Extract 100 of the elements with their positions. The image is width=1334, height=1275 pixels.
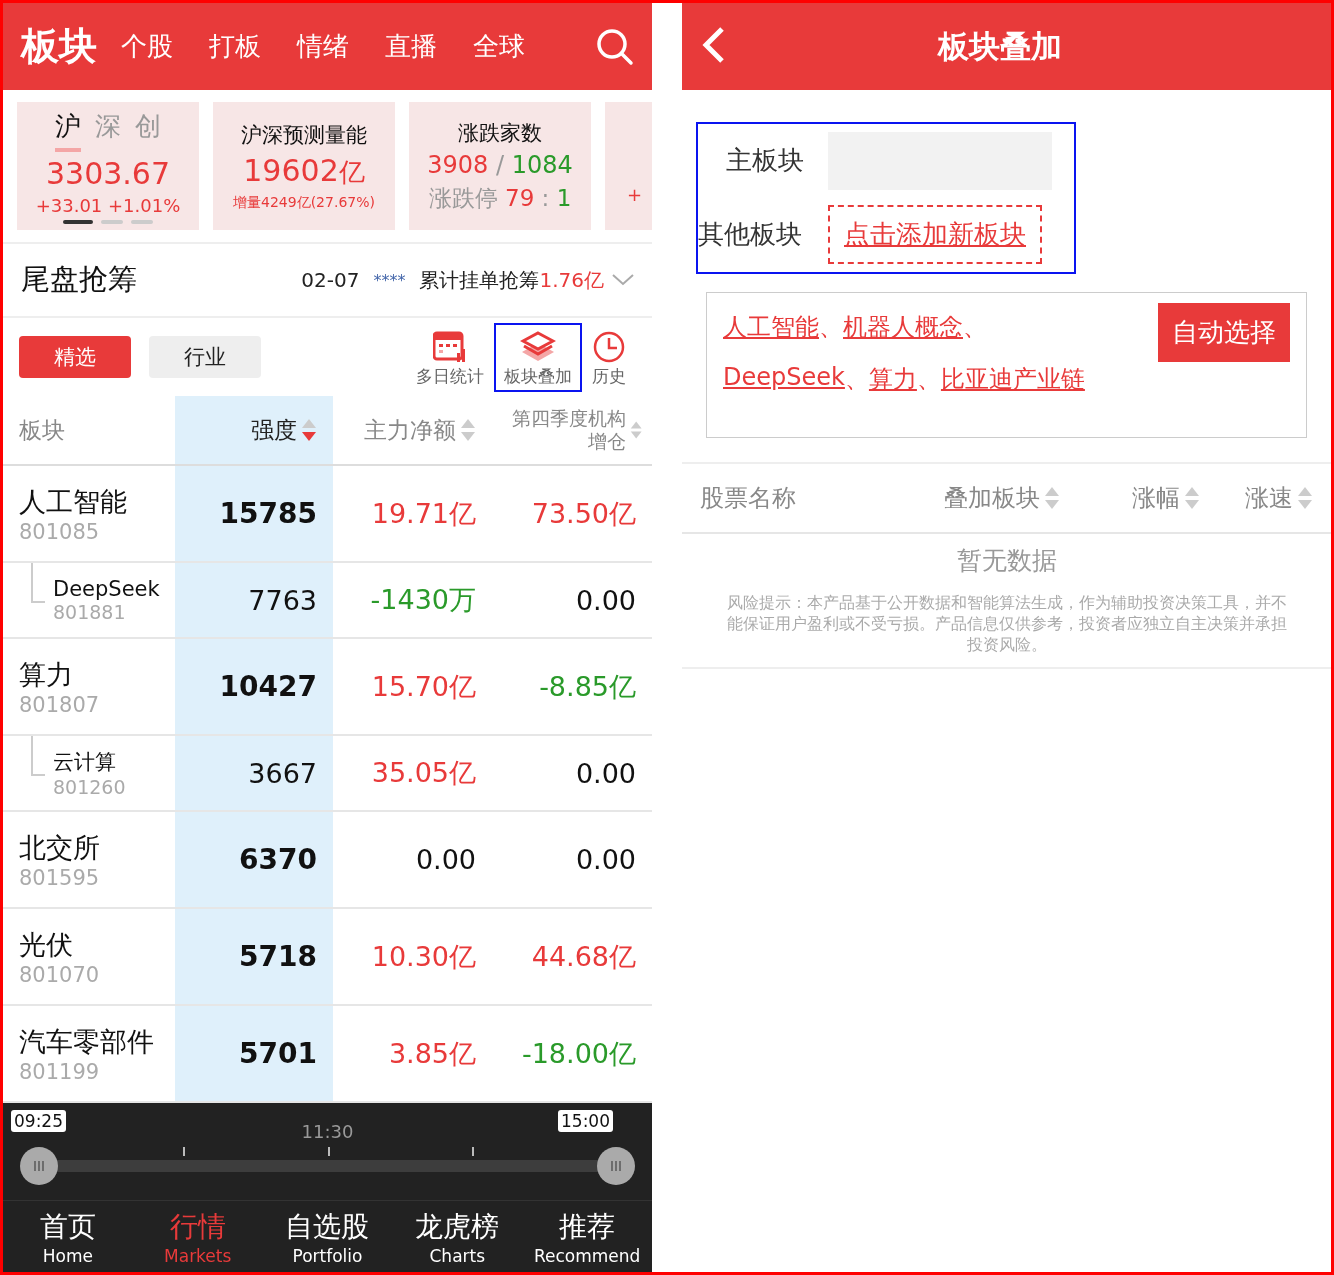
clock-icon (593, 330, 625, 363)
sector-name: 光伏 (19, 927, 73, 962)
net-flow-cell: 10.30亿 (333, 908, 492, 1005)
slider-handle[interactable] (20, 1147, 58, 1185)
nav-item[interactable]: 龙虎榜 Charts (392, 1201, 523, 1272)
calendar-chart-icon (433, 330, 467, 363)
tree-connector (31, 563, 45, 603)
sector-code: 801085 (19, 519, 100, 544)
layers-icon (520, 330, 556, 363)
net-flow-cell: 15.70亿 (333, 638, 492, 735)
time-range-slider[interactable]: 11:30 09:25 15:00 (3, 1103, 652, 1200)
sort-icon[interactable] (1184, 486, 1200, 510)
strength-cell: 3667 (175, 735, 333, 811)
net-flow-cell: 19.71亿 (333, 465, 492, 562)
order-amount: 1.76亿 (539, 266, 604, 294)
column-header[interactable]: 主力净额 (364, 414, 456, 446)
header-tab[interactable]: 直播 (385, 29, 437, 64)
auto-select-button[interactable]: 自动选择 (1158, 303, 1290, 362)
volume-value: 19602亿 (243, 152, 365, 190)
search-icon[interactable] (596, 27, 634, 66)
separator: 、 (963, 312, 987, 343)
net-flow-cell: 0.00 (333, 811, 492, 908)
sector-name: 人工智能 (19, 484, 127, 519)
separator: 、 (844, 364, 869, 395)
nav-item[interactable]: 推荐 Recommend (522, 1201, 652, 1272)
sort-icon[interactable] (460, 418, 476, 442)
column-header[interactable]: 涨速 (1245, 482, 1293, 514)
net-flow-cell: -1430万 (333, 562, 492, 638)
slider-handle[interactable] (597, 1147, 635, 1185)
column-header[interactable]: 叠加板块 (944, 482, 1040, 514)
sector-code: 801595 (19, 865, 100, 890)
sector-link[interactable]: 比亚迪产业链 (940, 363, 1085, 395)
holding-change-cell: -8.85亿 (492, 638, 652, 735)
tool-button[interactable]: 多日统计 (406, 322, 494, 392)
filter-button[interactable]: 行业 (149, 336, 261, 378)
sector-code: 801199 (19, 1059, 100, 1084)
section-date: 02-07 (301, 268, 360, 292)
market-card[interactable]: + (605, 102, 652, 230)
holding-change-cell: 0.00 (492, 811, 652, 908)
index-tab[interactable]: 创 (135, 108, 161, 152)
sector-link[interactable]: 算力 (868, 363, 917, 395)
axis-label: 11:30 (300, 1121, 355, 1142)
breadth-card[interactable]: 涨跌家数 3908 / 1084 涨跌停 79 : 1 (409, 102, 591, 230)
page-title: 板块叠加 (936, 26, 1063, 66)
sector-name: 北交所 (19, 830, 100, 865)
tool-button[interactable]: 板块叠加 (494, 322, 582, 392)
strength-cell: 7763 (175, 562, 333, 638)
filter-button[interactable]: 精选 (19, 336, 131, 378)
tool-button[interactable]: 历史 (582, 322, 636, 392)
advance-decline: 3908 / 1084 (427, 150, 573, 179)
header-tab[interactable]: 打板 (209, 29, 261, 64)
holding-change-cell: 0.00 (492, 562, 652, 638)
sector-code: 801807 (19, 692, 100, 717)
header-tab[interactable]: 板块 (21, 21, 97, 72)
chevron-down-icon[interactable] (612, 274, 634, 286)
sector-code: 801881 (53, 601, 126, 623)
index-change: +33.01 +1.01% (35, 194, 181, 216)
column-header[interactable]: 第四季度机构增仓 (508, 407, 626, 453)
section-title: 尾盘抢筹 (21, 261, 137, 298)
sector-name: 算力 (19, 657, 73, 692)
field-label: 主板块 (725, 144, 805, 178)
empty-message: 暂无数据 (955, 545, 1058, 577)
sort-icon[interactable] (1044, 486, 1060, 510)
column-header[interactable]: 板块 (19, 414, 65, 446)
strength-cell: 5701 (175, 1005, 333, 1102)
time-bubble: 09:25 (11, 1110, 66, 1132)
header-tab[interactable]: 全球 (473, 29, 525, 64)
nav-item[interactable]: 首页 Home (3, 1201, 133, 1272)
index-card[interactable]: 沪 深 创 3303.67 +33.01 +1.01% (17, 102, 199, 230)
strength-cell: 6370 (175, 811, 333, 908)
add-sector-link[interactable]: 点击添加新板块 (828, 205, 1042, 265)
sort-icon[interactable] (301, 418, 317, 442)
sector-name: 汽车零部件 (19, 1024, 154, 1059)
nav-item[interactable]: 自选股 Portfolio (262, 1201, 393, 1272)
sort-icon[interactable] (1297, 486, 1313, 510)
index-tab[interactable]: 沪 (55, 108, 81, 152)
column-header[interactable]: 股票名称 (700, 482, 796, 514)
time-bubble: 15:00 (558, 1110, 613, 1132)
nav-item[interactable]: 行情 Markets (132, 1201, 263, 1272)
volume-delta: 增量4249亿(27.67%) (233, 193, 375, 212)
order-label: 累计挂单抢筹 (419, 266, 540, 294)
sector-link[interactable]: DeepSeek (723, 363, 845, 395)
tree-connector (31, 736, 45, 776)
sector-code: 801260 (53, 776, 126, 798)
sector-link[interactable]: 人工智能 (723, 311, 819, 343)
strength-cell: 5718 (175, 908, 333, 1005)
column-header[interactable]: 涨幅 (1132, 482, 1180, 514)
masked-value: **** (373, 270, 406, 290)
header-tab[interactable]: 情绪 (297, 29, 349, 64)
separator: 、 (916, 364, 941, 395)
index-tab[interactable]: 深 (95, 108, 121, 152)
volume-card[interactable]: 沪深预测量能 19602亿 增量4249亿(27.67%) (213, 102, 395, 230)
sector-link[interactable]: 机器人概念 (843, 311, 963, 343)
sector-name: DeepSeek (53, 577, 160, 601)
card-change: + (627, 183, 643, 205)
column-header[interactable]: 强度 (251, 414, 297, 446)
strength-cell: 10427 (175, 638, 333, 735)
separator: 、 (819, 312, 843, 343)
field-label: 其他板块 (698, 218, 803, 252)
header-tab[interactable]: 个股 (121, 29, 173, 64)
